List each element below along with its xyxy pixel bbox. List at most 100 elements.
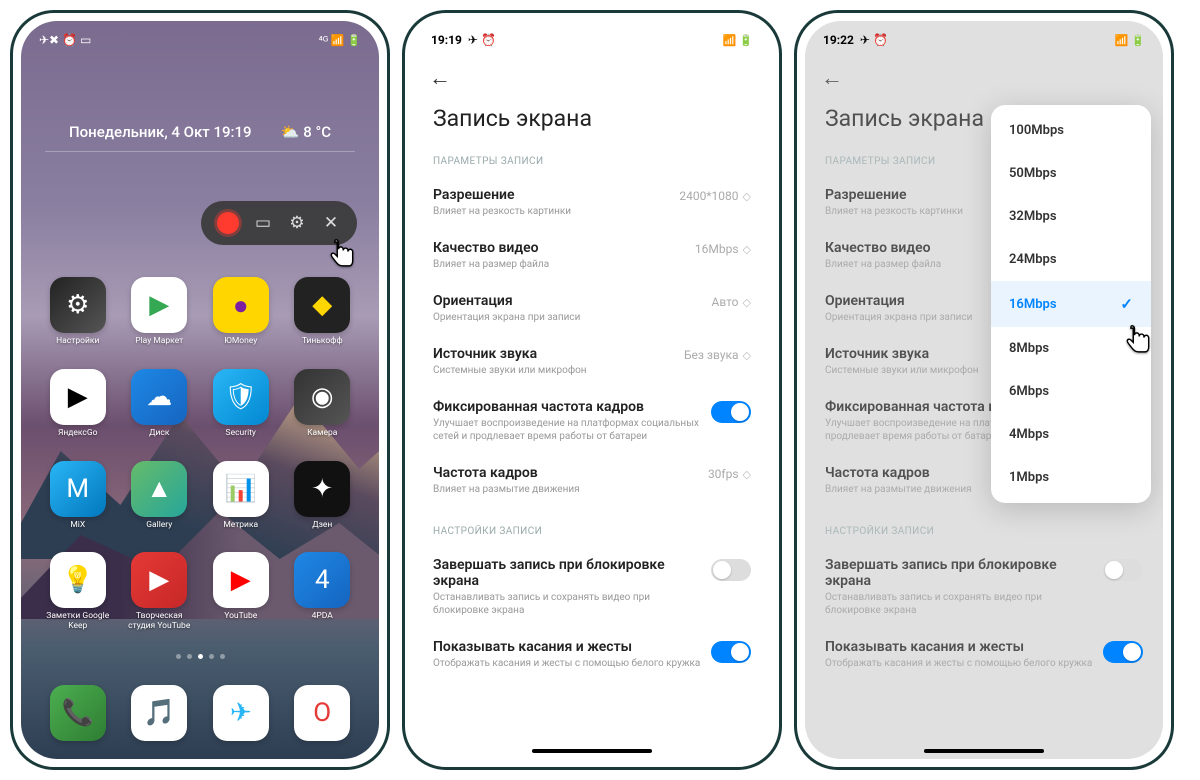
app-label: ЮMoney xyxy=(224,337,257,347)
gesture-bar[interactable] xyxy=(532,749,652,753)
setting-audio-source[interactable]: Источник звука Системные звуки или микро… xyxy=(413,336,771,389)
app-mix[interactable]: M MiX xyxy=(43,461,113,531)
app-яндексgo[interactable]: ▶ЯндексGo xyxy=(43,369,113,439)
popup-option-100mbps[interactable]: 100Mbps xyxy=(991,109,1151,152)
app-label: Настройки xyxy=(56,337,99,347)
popup-option-1mbps[interactable]: 1Mbps xyxy=(991,456,1151,499)
close-icon[interactable]: ✕ xyxy=(321,213,341,233)
app-настройки[interactable]: ⚙Настройки xyxy=(43,277,113,347)
status-icons-right: 📶 🔋 xyxy=(723,34,753,47)
weather-temp: 8 °C xyxy=(303,123,331,141)
setting-fps[interactable]: Частота кадров Влияет на размытие движен… xyxy=(413,455,771,508)
dock-app[interactable]: ✈ xyxy=(206,685,276,741)
setting-show-touches[interactable]: Показывать касания и жесты Отображать ка… xyxy=(805,629,1163,682)
status-bar: ✈✖ ⏰ ▭ ⁴ᴳ 📶 🔋 xyxy=(21,21,379,53)
app-label: Камера xyxy=(307,429,337,439)
app-youtube[interactable]: ▶ YouTube xyxy=(206,552,276,632)
app-тинькофф[interactable]: ◆ Тинькофф xyxy=(288,277,358,347)
setting-stop-on-lock[interactable]: Завершать запись при блокировке экрана О… xyxy=(805,547,1163,629)
home-app-grid: ⚙Настройки ▶ Play Маркет ● ЮMoney ◆ Тинькофф ▶Я… xyxy=(43,277,357,632)
status-icons-left: ✈ ⏰ xyxy=(860,33,888,47)
app-icon: 4 xyxy=(294,552,350,608)
dock-app[interactable]: 🎵 xyxy=(125,685,195,741)
app-юmoney[interactable]: ● ЮMoney xyxy=(206,277,276,347)
app-security[interactable]: 🛡 Security xyxy=(206,369,276,439)
app-label: Play Маркет xyxy=(135,337,183,347)
app-icon: ◆ xyxy=(294,277,350,333)
folder-icon[interactable]: ▭ xyxy=(253,213,273,233)
date-text: Понедельник, 4 Окт 19:19 xyxy=(69,123,252,141)
app-заметки-google-keep[interactable]: 💡Заметки Google Keep xyxy=(43,552,113,632)
setting-stop-on-lock[interactable]: Завершать запись при блокировке экрана О… xyxy=(413,547,771,629)
status-icons-left: ✈✖ ⏰ ▭ xyxy=(39,33,91,47)
date-weather-widget[interactable]: Понедельник, 4 Окт 19:19 ⛅ 8 °C xyxy=(45,53,355,152)
toggle-show-touches[interactable] xyxy=(1103,641,1143,663)
quality-popup[interactable]: 100Mbps50Mbps32Mbps24Mbps16Mbps✓8Mbps6Mb… xyxy=(991,105,1151,503)
toggle-fixed-fps[interactable] xyxy=(711,401,751,423)
app-метрика[interactable]: 📊Метрика xyxy=(206,461,276,531)
status-bar: 19:19 ✈ ⏰ 📶 🔋 xyxy=(413,21,771,53)
status-bar: 19:22 ✈ ⏰ 📶 🔋 xyxy=(805,21,1163,53)
status-time: 19:22 xyxy=(823,33,854,47)
setting-resolution[interactable]: Разрешение Влияет на резкость картинки 2… xyxy=(413,177,771,230)
dock-app[interactable]: O xyxy=(288,685,358,741)
popup-option-4mbps[interactable]: 4Mbps xyxy=(991,413,1151,456)
app-label: YouTube xyxy=(224,612,257,622)
setting-fixed-fps[interactable]: Фиксированная частота кадров Улучшает во… xyxy=(413,389,771,455)
app-icon: ☁ xyxy=(131,369,187,425)
app-icon: 📞 xyxy=(50,685,106,741)
app-icon: ✈ xyxy=(213,685,269,741)
back-button[interactable]: ← xyxy=(429,66,451,91)
app-творческая-студия-youtube[interactable]: ▶Творческая студия YouTube xyxy=(125,552,195,632)
app-диск[interactable]: ☁ Диск xyxy=(125,369,195,439)
record-button[interactable] xyxy=(217,212,239,234)
app-gallery[interactable]: ▲Gallery xyxy=(125,461,195,531)
popup-option-6mbps[interactable]: 6Mbps xyxy=(991,370,1151,413)
cursor-hand-icon xyxy=(323,235,361,273)
section-label-settings: НАСТРОЙКИ ЗАПИСИ xyxy=(413,520,771,547)
section-label-params: ПАРАМЕТРЫ ЗАПИСИ xyxy=(413,150,771,177)
setting-quality[interactable]: Качество видео Влияет на размер файла 16… xyxy=(413,230,771,283)
app-icon: ◉ xyxy=(294,369,350,425)
popup-option-24mbps[interactable]: 24Mbps xyxy=(991,238,1151,281)
toggle-show-touches[interactable] xyxy=(711,641,751,663)
chevron-updown-icon: ◇ xyxy=(743,349,751,362)
app-дзен[interactable]: ✦Дзен xyxy=(288,461,358,531)
app-icon: ▶ xyxy=(213,552,269,608)
app-label: Gallery xyxy=(146,521,172,531)
popup-option-50mbps[interactable]: 50Mbps xyxy=(991,152,1151,195)
app-icon: ▶ xyxy=(50,369,106,425)
gear-icon[interactable]: ⚙ xyxy=(287,213,307,233)
gesture-bar[interactable] xyxy=(924,749,1044,753)
app-label: Security xyxy=(226,429,256,439)
app-label: Тинькофф xyxy=(302,337,343,347)
app-label: Диск xyxy=(149,429,169,439)
app-label: 4PDA xyxy=(312,612,333,622)
app-камера[interactable]: ◉ Камера xyxy=(288,369,358,439)
popup-option-32mbps[interactable]: 32Mbps xyxy=(991,195,1151,238)
page-indicator xyxy=(21,654,379,659)
status-time: 19:19 xyxy=(431,33,462,47)
setting-show-touches[interactable]: Показывать касания и жесты Отображать ка… xyxy=(413,629,771,682)
status-icons-right: 📶 🔋 xyxy=(1115,34,1145,47)
back-button[interactable]: ← xyxy=(821,66,843,91)
app-label: MiX xyxy=(70,521,85,531)
app-icon: 🛡 xyxy=(213,369,269,425)
app-icon: ● xyxy=(213,277,269,333)
status-icons-right: ⁴ᴳ 📶 🔋 xyxy=(319,34,361,47)
chevron-updown-icon: ◇ xyxy=(743,243,751,256)
page-title: Запись экрана xyxy=(413,91,771,150)
toggle-stop-on-lock[interactable] xyxy=(711,559,751,581)
app-play-маркет[interactable]: ▶ Play Маркет xyxy=(125,277,195,347)
dock-app[interactable]: 📞 xyxy=(43,685,113,741)
check-icon: ✓ xyxy=(1120,295,1133,313)
section-label-settings: НАСТРОЙКИ ЗАПИСИ xyxy=(805,520,1163,547)
toggle-stop-on-lock[interactable] xyxy=(1103,559,1143,581)
app-4pda[interactable]: 4 4PDA xyxy=(288,552,358,632)
app-icon: M xyxy=(50,461,106,517)
app-icon: 📊 xyxy=(213,461,269,517)
app-icon: ▶ xyxy=(131,277,187,333)
setting-orientation[interactable]: Ориентация Ориентация экрана при записи … xyxy=(413,283,771,336)
phone-2-settings: 19:19 ✈ ⏰ 📶 🔋 ← Запись экрана ПАРАМЕТРЫ … xyxy=(402,10,782,770)
chevron-updown-icon: ◇ xyxy=(743,296,751,309)
